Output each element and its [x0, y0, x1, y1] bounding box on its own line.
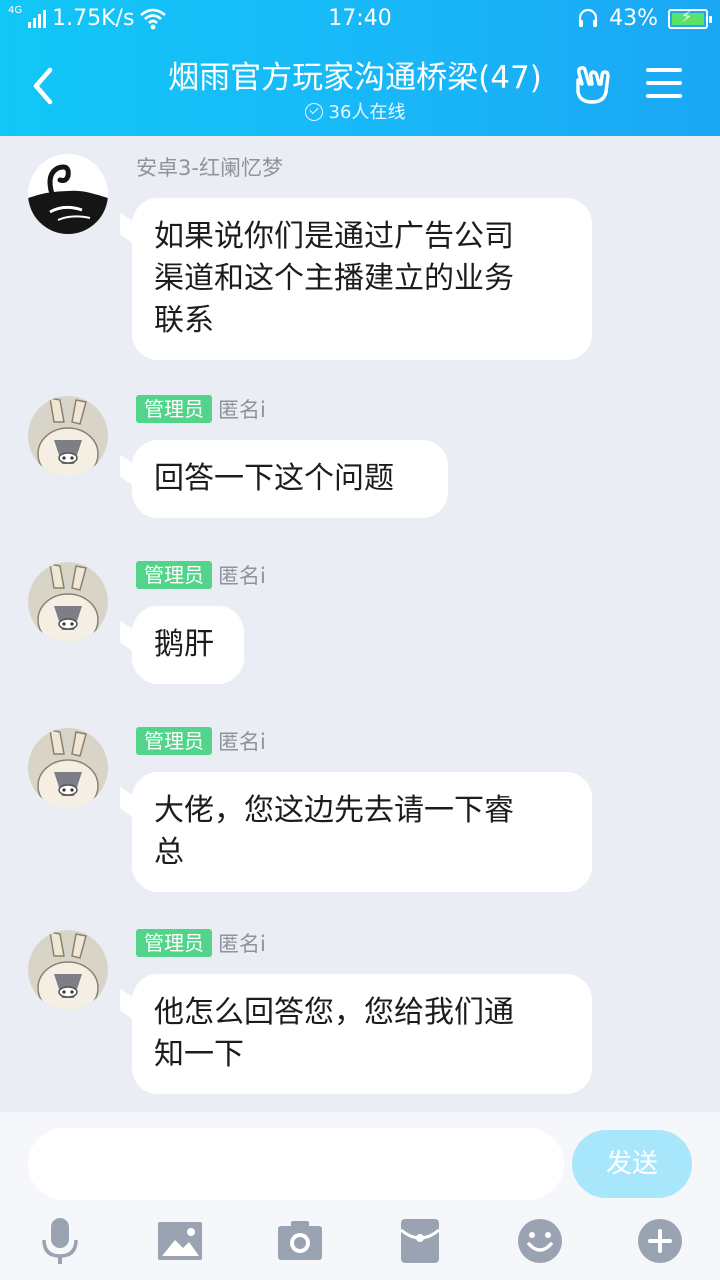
message-line: 联系: [154, 303, 214, 338]
sender-name[interactable]: 匿名i: [218, 726, 266, 756]
back-icon[interactable]: [24, 62, 64, 110]
camera-icon[interactable]: [275, 1216, 325, 1266]
red-packet-icon[interactable]: [395, 1216, 445, 1266]
message-line: 回答一下这个问题: [154, 461, 394, 496]
avatar[interactable]: [28, 562, 108, 642]
composer-bar: 发送: [0, 1112, 720, 1280]
hand-gesture-icon[interactable]: [572, 64, 614, 106]
online-count-text: 36人在线: [328, 102, 406, 123]
message-bubble[interactable]: 大佬，您这边先去请一下睿 总: [120, 772, 592, 892]
message-line: 大佬，您这边先去请一下睿: [154, 793, 514, 828]
image-icon[interactable]: [155, 1216, 205, 1266]
battery-icon: ⚡: [668, 7, 712, 29]
sender-name[interactable]: 安卓3-红阑忆梦: [136, 152, 283, 182]
admin-badge: 管理员: [136, 561, 212, 589]
sender-name[interactable]: 匿名i: [218, 560, 266, 590]
message-line: 如果说你们是通过广告公司: [154, 219, 514, 254]
battery-percent: 43%: [609, 6, 658, 31]
avatar[interactable]: [28, 728, 108, 808]
sender-name[interactable]: 匿名i: [218, 928, 266, 958]
message-bubble[interactable]: 回答一下这个问题: [120, 440, 448, 518]
message-input[interactable]: [28, 1128, 564, 1200]
status-bar: 4G 1.75K/s 17:40 43% ⚡: [0, 0, 720, 40]
admin-badge: 管理员: [136, 929, 212, 957]
menu-icon[interactable]: [646, 68, 682, 100]
check-circle-icon: [304, 103, 323, 121]
headset-icon: [578, 8, 598, 27]
avatar[interactable]: [28, 396, 108, 476]
sender-name[interactable]: 匿名i: [218, 394, 266, 424]
message-bubble[interactable]: 他怎么回答您，您给我们通 知一下: [120, 974, 592, 1094]
message-bubble[interactable]: 鹅肝: [120, 606, 244, 684]
admin-badge: 管理员: [136, 395, 212, 423]
group-title[interactable]: 烟雨官方玩家沟通桥梁(47): [120, 52, 590, 97]
message-line: 他怎么回答您，您给我们通: [154, 995, 514, 1030]
avatar[interactable]: [28, 930, 108, 1010]
admin-badge: 管理员: [136, 727, 212, 755]
message-line: 渠道和这个主播建立的业务: [154, 261, 514, 296]
avatar[interactable]: [28, 154, 108, 234]
plus-icon[interactable]: [635, 1216, 685, 1266]
microphone-icon[interactable]: [35, 1216, 85, 1266]
send-button[interactable]: 发送: [572, 1130, 692, 1198]
chat-header: 4G 1.75K/s 17:40 43% ⚡ 烟雨官方玩家沟通桥梁(47) 36…: [0, 0, 720, 136]
message-line: 总: [154, 835, 184, 870]
message-bubble[interactable]: 如果说你们是通过广告公司 渠道和这个主播建立的业务 联系: [120, 198, 592, 360]
message-line: 知一下: [154, 1037, 244, 1072]
message-line: 鹅肝: [154, 627, 214, 662]
emoji-icon[interactable]: [515, 1216, 565, 1266]
online-count[interactable]: 36人在线: [120, 98, 590, 124]
